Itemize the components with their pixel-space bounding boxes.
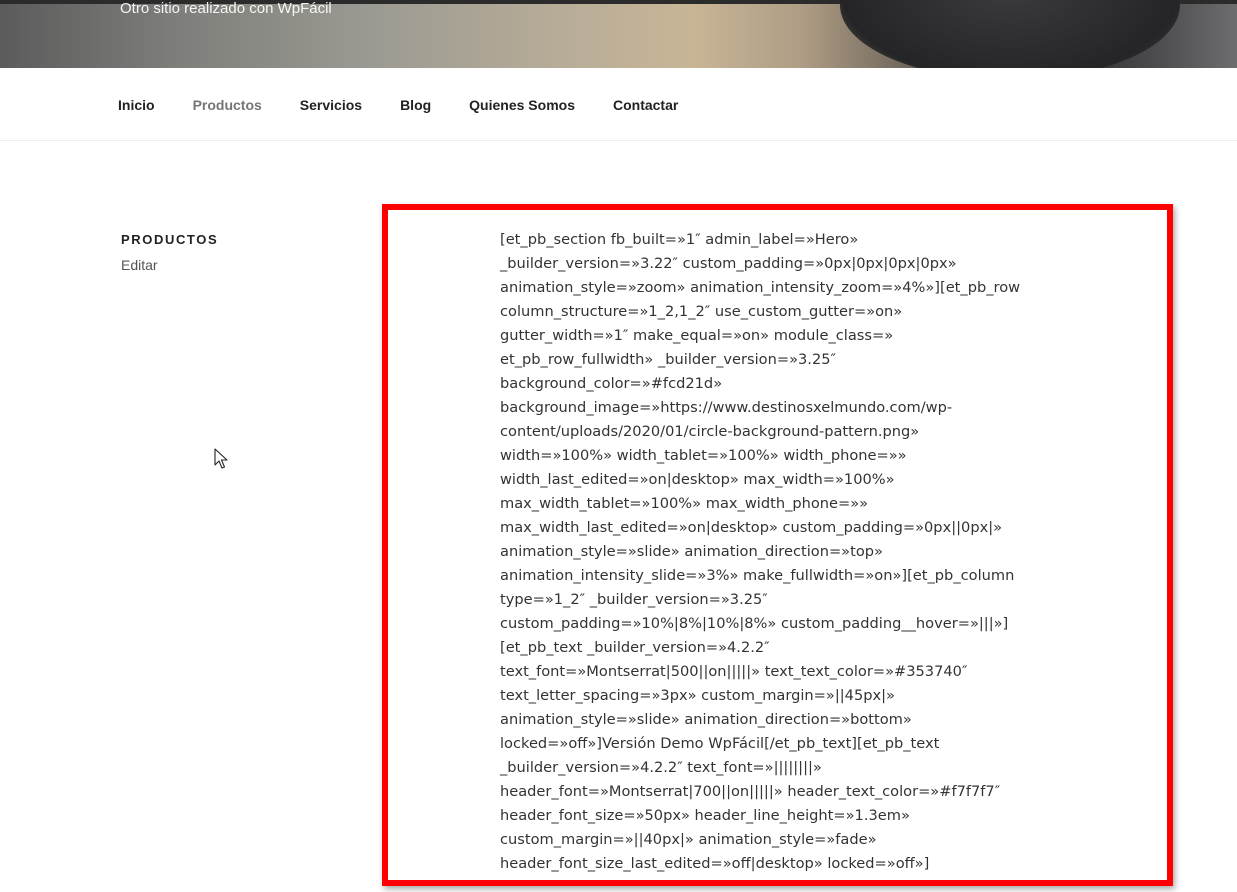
content-line: content/uploads/2020/01/circle-backgroun… — [500, 423, 920, 440]
content-line: et_pb_row_fullwidth» _builder_version=»3… — [500, 351, 836, 368]
mouse-cursor-icon — [214, 448, 228, 469]
content-line: header_font_size_last_edited=»off|deskto… — [500, 855, 930, 872]
content-line: column_structure=»1_2,1_2″ use_custom_gu… — [500, 303, 903, 320]
content-line: max_width_tablet=»100%» max_width_phone=… — [500, 495, 869, 512]
main-navigation: Inicio Productos Servicios Blog Quienes Somo… — [0, 68, 1237, 141]
nav-item-blog[interactable]: Blog — [400, 97, 431, 113]
nav-item-contactar[interactable]: Contactar — [613, 97, 678, 113]
content-line: text_letter_spacing=»3px» custom_margin=… — [500, 687, 895, 704]
content-line: locked=»off»]Versión Demo WpFácil[/et_pb… — [500, 735, 940, 752]
content-line: text_font=»Montserrat|500||on|||||» text… — [500, 663, 968, 680]
content-line: background_color=»#fcd21d» — [500, 375, 723, 392]
content-line: [et_pb_section fb_built=»1″ admin_label=… — [500, 231, 859, 248]
content-line: header_font=»Montserrat|700||on|||||» he… — [500, 783, 1001, 800]
content-line: [et_pb_text _builder_version=»4.2.2″ — [500, 639, 770, 656]
content-line: _builder_version=»4.2.2″ text_font=»||||… — [500, 759, 822, 776]
shortcode-content: [et_pb_section fb_built=»1″ admin_label=… — [500, 228, 1035, 876]
content-line: animation_intensity_slide=»3%» make_full… — [500, 567, 1015, 584]
content-line: background_image=»https://www.destinosxe… — [500, 399, 953, 416]
content-line: animation_style=»slide» animation_direct… — [500, 543, 883, 560]
content-line: width_last_edited=»on|desktop» max_width… — [500, 471, 895, 488]
content-line: width=»100%» width_tablet=»100%» width_p… — [500, 447, 907, 464]
content-line: animation_style=»slide» animation_direct… — [500, 711, 912, 728]
nav-item-quienes-somos[interactable]: Quienes Somos — [469, 97, 575, 113]
content-line: type=»1_2″ _builder_version=»3.25″ — [500, 591, 768, 608]
nav-item-servicios[interactable]: Servicios — [300, 97, 362, 113]
header-hero-banner: Otro sitio realizado con WpFácil — [0, 0, 1237, 68]
content-line: gutter_width=»1″ make_equal=»on» module_… — [500, 327, 894, 344]
content-line: animation_style=»zoom» animation_intensi… — [500, 279, 1021, 296]
content-line: max_width_last_edited=»on|desktop» custo… — [500, 519, 1003, 536]
content-line: header_font_size=»50px» header_line_heig… — [500, 807, 910, 824]
page-title: PRODUCTOS — [121, 232, 219, 247]
edit-link[interactable]: Editar — [121, 257, 158, 273]
nav-menu: Inicio Productos Servicios Blog Quienes Somo… — [118, 97, 716, 113]
nav-item-productos[interactable]: Productos — [193, 97, 262, 113]
content-line: custom_padding=»10%|8%|10%|8%» custom_pa… — [500, 615, 1009, 632]
content-line: _builder_version=»3.22″ custom_padding=»… — [500, 255, 957, 272]
hero-background-shape — [840, 0, 1180, 68]
nav-item-inicio[interactable]: Inicio — [118, 97, 155, 113]
site-description: Otro sitio realizado con WpFácil — [120, 0, 332, 17]
content-line: custom_margin=»||40px|» animation_style=… — [500, 831, 877, 848]
